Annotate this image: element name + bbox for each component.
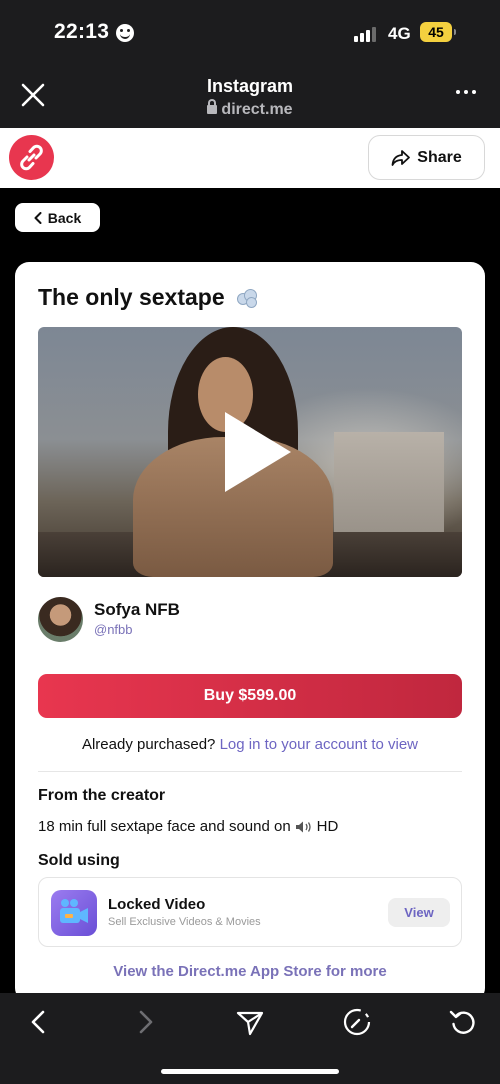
smiley-icon: [116, 24, 134, 42]
share-button[interactable]: Share: [368, 135, 485, 180]
back-button[interactable]: Back: [15, 203, 100, 232]
speaker-icon: [295, 820, 313, 834]
app-card[interactable]: Locked Video Sell Exclusive Videos & Mov…: [38, 877, 462, 947]
browser-header: Instagram direct.me: [0, 66, 500, 128]
product-title: The only sextape: [38, 284, 259, 311]
link-icon[interactable]: [9, 135, 54, 180]
page-topbar: Share: [0, 128, 500, 188]
share-label: Share: [417, 148, 462, 166]
more-icon[interactable]: [456, 90, 476, 96]
chevron-left-icon: [34, 211, 42, 224]
app-subtitle: Sell Exclusive Videos & Movies: [108, 916, 261, 928]
app-name: Locked Video: [108, 896, 206, 913]
already-purchased: Already purchased? Log in to your accoun…: [15, 736, 485, 753]
home-indicator[interactable]: [161, 1069, 339, 1074]
creator-handle: @nfbb: [94, 622, 133, 637]
creator-description: 18 min full sextape face and sound on HD: [38, 818, 338, 835]
browser-title: Instagram: [206, 76, 294, 96]
dash-cloud-icon: [233, 287, 259, 309]
back-arrow-icon[interactable]: [24, 1007, 54, 1037]
compass-icon[interactable]: [342, 1007, 372, 1037]
video-preview[interactable]: [38, 327, 462, 577]
view-button[interactable]: View: [388, 898, 450, 927]
product-title-text: The only sextape: [38, 284, 225, 310]
avatar[interactable]: [38, 597, 83, 642]
purchased-text: Already purchased?: [81, 736, 216, 753]
browser-url[interactable]: direct.me: [0, 99, 500, 119]
forward-arrow-icon[interactable]: [130, 1007, 160, 1037]
status-bar: 22:13 4G 45: [0, 0, 500, 66]
signal-icon: [354, 26, 380, 42]
from-creator-heading: From the creator: [38, 787, 166, 804]
browser-url-text: direct.me: [221, 101, 293, 118]
product-card: The only sextape Sofya NFB @nfbb Buy $59…: [15, 262, 485, 1002]
battery-level: 45: [420, 22, 456, 42]
divider: [38, 771, 462, 772]
lock-icon: [207, 99, 218, 114]
login-link[interactable]: Log in to your account to view: [220, 736, 418, 753]
description-text: 18 min full sextape face and sound on: [38, 818, 291, 835]
send-icon[interactable]: [235, 1007, 265, 1037]
network-type: 4G: [388, 24, 411, 43]
play-icon[interactable]: [225, 412, 291, 492]
app-store-link[interactable]: View the Direct.me App Store for more: [15, 963, 485, 980]
video-camera-icon: [51, 890, 97, 936]
sold-using-heading: Sold using: [38, 852, 120, 869]
status-time: 22:13: [54, 20, 110, 43]
refresh-icon[interactable]: [448, 1007, 478, 1037]
back-label: Back: [47, 209, 82, 226]
creator-name: Sofya NFB: [94, 600, 180, 619]
buy-button[interactable]: Buy $599.00: [38, 674, 462, 718]
description-suffix: HD: [316, 818, 339, 835]
share-icon: [391, 149, 411, 166]
